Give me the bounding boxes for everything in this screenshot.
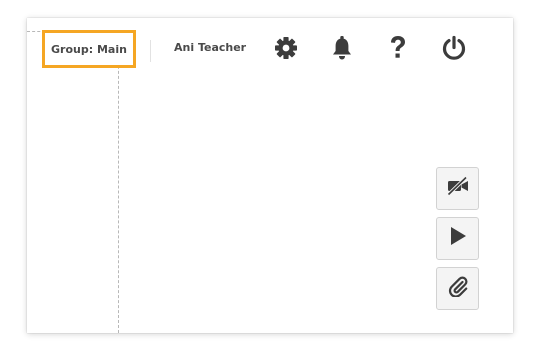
settings-button[interactable] [271, 33, 301, 63]
attachment-button[interactable] [436, 267, 479, 310]
dashed-guide-vertical [118, 31, 119, 333]
user-name[interactable]: Ani Teacher [174, 41, 246, 54]
app-panel: Group: Main Ani Teacher [27, 18, 513, 333]
question-mark-icon [387, 34, 409, 62]
video-off-icon [446, 176, 470, 201]
play-button[interactable] [436, 217, 479, 260]
screenshot-stage: Group: Main Ani Teacher [0, 0, 540, 350]
group-selector[interactable]: Group: Main [42, 30, 136, 68]
logout-button[interactable] [439, 33, 469, 63]
help-button[interactable] [383, 33, 413, 63]
header-divider [150, 40, 151, 62]
notifications-button[interactable] [327, 33, 357, 63]
group-label: Group: Main [51, 42, 127, 56]
bell-icon [330, 35, 354, 61]
power-icon [441, 35, 467, 61]
video-off-button[interactable] [436, 167, 479, 210]
paperclip-icon [447, 275, 469, 302]
gear-icon [274, 36, 298, 60]
play-icon [448, 225, 468, 252]
